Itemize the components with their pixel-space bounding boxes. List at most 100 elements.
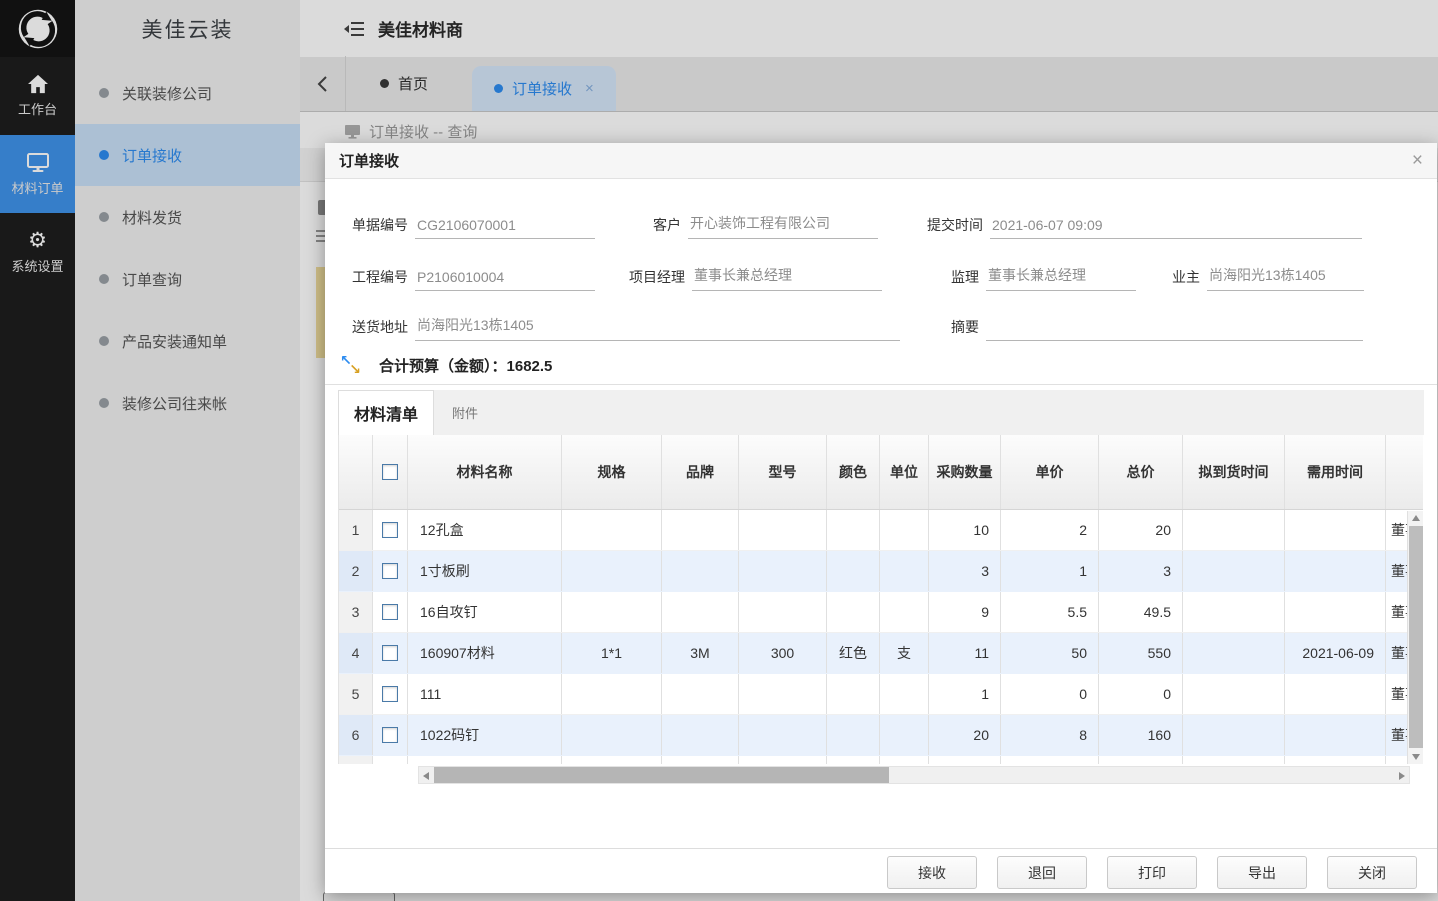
tab-attachments[interactable]: 附件: [434, 390, 496, 435]
owner-input[interactable]: 尚海阳光13栋1405: [1207, 265, 1364, 291]
table-row[interactable]: 1 12孔盒 10 2 20 董事: [339, 510, 1423, 551]
scroll-down-icon[interactable]: [1412, 754, 1420, 760]
budget-label: 合计预算（金额）：: [379, 358, 507, 375]
cell-color: [827, 551, 880, 591]
customer-input[interactable]: 开心装饰工程有限公司: [688, 213, 878, 239]
header-unit-price[interactable]: 单价: [1001, 435, 1099, 509]
cell-spec: [562, 510, 662, 550]
cell-eta: [1183, 510, 1285, 550]
row-number: 1: [339, 510, 373, 550]
table-row[interactable]: 6 1022码钉 20 8 160 董事: [339, 715, 1423, 756]
table-body: 1 12孔盒 10 2 20 董事 2: [339, 510, 1423, 764]
cell-brand: [662, 674, 739, 714]
cell-need-time: [1285, 715, 1386, 755]
field-label: 送货地址: [340, 317, 408, 341]
cell-need-time: [1285, 510, 1386, 550]
field-label: 工程编号: [340, 267, 408, 291]
table-row[interactable]: 4 160907材料 1*1 3M 300 红色 支 11 50 550 202…: [339, 633, 1423, 674]
header-qty[interactable]: 采购数量: [929, 435, 1001, 509]
cell-qty: 11: [929, 633, 1001, 673]
supervisor-input[interactable]: 董事长兼总经理: [986, 265, 1136, 291]
dialog-footer: 接收 退回 打印 导出 关闭: [325, 848, 1437, 893]
cell-unit-price: 5.5: [1001, 592, 1099, 632]
close-button[interactable]: 关闭: [1327, 856, 1417, 889]
cell-spec: 1*1: [562, 633, 662, 673]
header-total-price[interactable]: 总价: [1099, 435, 1183, 509]
table-row[interactable]: 5 111 1 0 0 董事: [339, 674, 1423, 715]
cell-unit: [880, 715, 929, 755]
horizontal-scrollbar[interactable]: [418, 766, 1410, 784]
cell-material-name: 16自攻钉: [408, 592, 562, 632]
row-checkbox[interactable]: [382, 686, 398, 702]
vertical-scrollbar[interactable]: [1407, 511, 1423, 764]
horizontal-scrollbar-thumb[interactable]: [434, 767, 889, 783]
header-material-name[interactable]: 材料名称: [408, 435, 562, 509]
print-button[interactable]: 打印: [1107, 856, 1197, 889]
field-label: 摘要: [945, 317, 979, 341]
cell-model: [739, 510, 827, 550]
row-checkbox[interactable]: [382, 645, 398, 661]
cell-total-price: 0: [1099, 674, 1183, 714]
dialog-title: 订单接收: [339, 150, 399, 171]
dialog-close-icon[interactable]: ×: [1412, 151, 1423, 170]
cell-unit-price: 0: [1001, 674, 1099, 714]
cell-color: 红色: [827, 633, 880, 673]
delivery-address-input[interactable]: 尚海阳光13栋1405: [415, 315, 900, 341]
select-all-checkbox[interactable]: [382, 464, 398, 480]
tab-material-list[interactable]: 材料清单: [338, 390, 434, 435]
cell-brand: [662, 592, 739, 632]
row-checkbox[interactable]: [382, 563, 398, 579]
field-submit-time: 提交时间 2021-06-07 09:09: [915, 213, 1362, 239]
header-spec[interactable]: 规格: [562, 435, 662, 509]
cell-unit: [880, 551, 929, 591]
receive-button[interactable]: 接收: [887, 856, 977, 889]
field-delivery-address: 送货地址 尚海阳光13栋1405: [340, 315, 900, 341]
budget-total-text: 合计预算（金额）：1682.5: [379, 355, 552, 376]
vertical-scrollbar-thumb[interactable]: [1409, 526, 1423, 748]
submit-time-input[interactable]: 2021-06-07 09:09: [990, 217, 1362, 239]
return-button[interactable]: 退回: [997, 856, 1087, 889]
summary-input[interactable]: [986, 335, 1363, 341]
cell-material-name: 1022码钉: [408, 715, 562, 755]
project-manager-input[interactable]: 董事长兼总经理: [692, 265, 882, 291]
cell-brand: [662, 715, 739, 755]
table-row[interactable]: 3 16自攻钉 9 5.5 49.5 董事: [339, 592, 1423, 633]
header-eta[interactable]: 拟到货时间: [1183, 435, 1285, 509]
cell-qty: 9: [929, 592, 1001, 632]
field-summary: 摘要: [945, 315, 1363, 341]
row-checkbox[interactable]: [382, 727, 398, 743]
header-color[interactable]: 颜色: [827, 435, 880, 509]
table-header-row: 材料名称 规格 品牌 型号 颜色 单位 采购数量 单价 总价 拟到货时间 需用时…: [339, 435, 1423, 510]
scroll-up-icon[interactable]: [1412, 515, 1420, 521]
cell-need-time: [1285, 674, 1386, 714]
row-checkbox[interactable]: [382, 604, 398, 620]
export-button[interactable]: 导出: [1217, 856, 1307, 889]
scroll-left-icon[interactable]: [423, 772, 429, 780]
row-checkbox[interactable]: [382, 522, 398, 538]
cell-need-time: [1285, 551, 1386, 591]
field-supervisor: 监理 董事长兼总经理: [945, 265, 1136, 291]
materials-table: 材料名称 规格 品牌 型号 颜色 单位 采购数量 单价 总价 拟到货时间 需用时…: [338, 435, 1423, 764]
cell-spec: [562, 592, 662, 632]
cell-eta: [1183, 633, 1285, 673]
header-model[interactable]: 型号: [739, 435, 827, 509]
header-need-time[interactable]: 需用时间: [1285, 435, 1386, 509]
header-unit[interactable]: 单位: [880, 435, 929, 509]
bill-no-input[interactable]: CG2106070001: [415, 217, 595, 239]
field-label: 业主: [1166, 267, 1200, 291]
checkbox-cell: [373, 592, 408, 632]
order-receive-dialog: 订单接收 × 单据编号 CG2106070001 客户 开心装饰工程有限公司 提…: [325, 143, 1437, 893]
cell-unit: 支: [880, 633, 929, 673]
header-brand[interactable]: 品牌: [662, 435, 739, 509]
checkbox-cell: [373, 633, 408, 673]
row-number: 2: [339, 551, 373, 591]
checkbox-cell: [373, 510, 408, 550]
cell-color: [827, 674, 880, 714]
cell-unit: [880, 674, 929, 714]
table-row[interactable]: 2 1寸板刷 3 1 3 董事: [339, 551, 1423, 592]
field-label: 监理: [945, 267, 979, 291]
row-number: 3: [339, 592, 373, 632]
cell-spec: [562, 715, 662, 755]
project-no-input[interactable]: P2106010004: [415, 269, 595, 291]
scroll-right-icon[interactable]: [1399, 772, 1405, 780]
